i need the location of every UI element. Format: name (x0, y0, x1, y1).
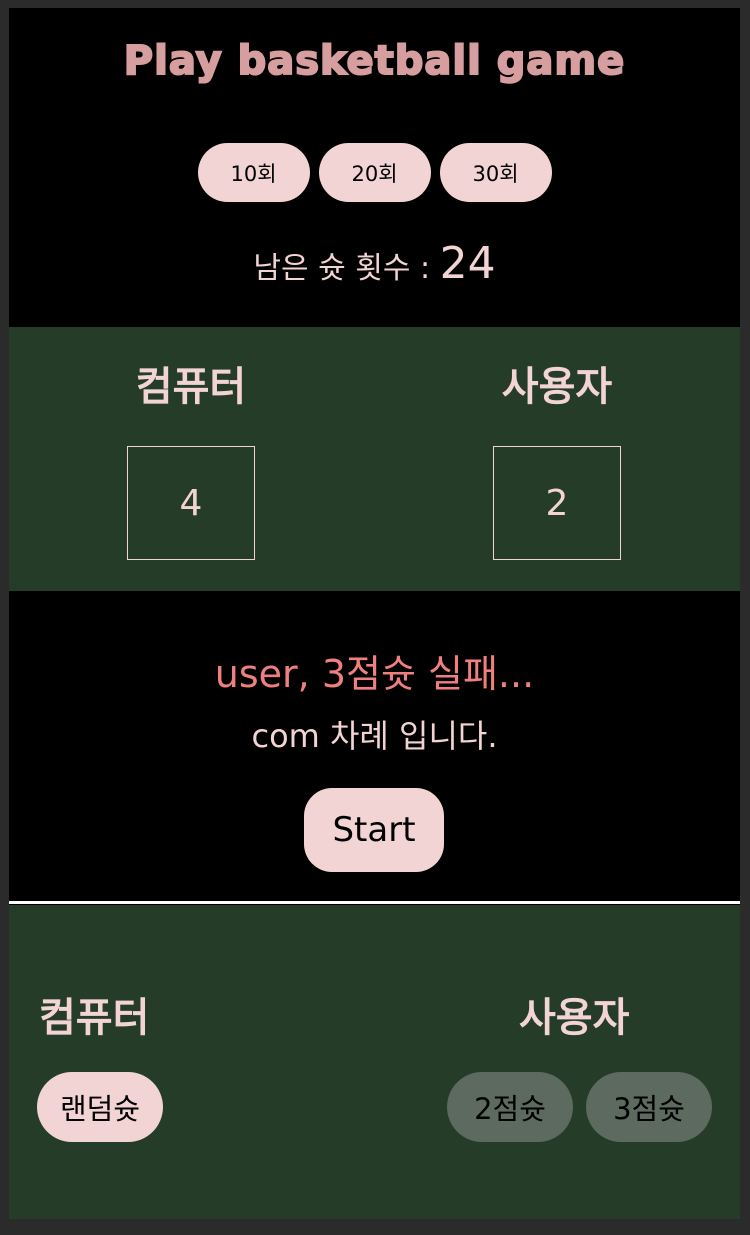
two-point-shot-button[interactable]: 2점슛 (447, 1072, 573, 1142)
user-name: 사용자 (501, 364, 613, 410)
user-score: 2 (493, 446, 621, 560)
round-10-button[interactable]: 10회 (197, 143, 310, 202)
turn-message: com 차례 입니다. (251, 717, 498, 755)
divider (9, 901, 740, 904)
game-frame: Play basketball game 10회 20회 30회 남은 슛 횟수… (9, 8, 740, 1219)
shots-left-label: 남은 슛 횟수 : (253, 251, 440, 286)
computer-score: 4 (127, 446, 255, 560)
controls: 컴퓨터 사용자 랜덤슛 2점슛 3점슛 (9, 905, 740, 1219)
header: Play basketball game 10회 20회 30회 남은 슛 횟수… (9, 8, 740, 327)
round-selector: 10회 20회 30회 (9, 143, 740, 202)
user-controls-title: 사용자 (519, 995, 630, 1041)
random-shot-button[interactable]: 랜덤슛 (37, 1072, 163, 1142)
round-20-button[interactable]: 20회 (318, 143, 431, 202)
computer-score-panel: 컴퓨터 4 (91, 327, 291, 560)
game-title: Play basketball game (123, 37, 626, 85)
shots-left-count: 24 (439, 238, 496, 289)
three-point-shot-button[interactable]: 3점슛 (586, 1072, 712, 1142)
message-area: user, 3점슛 실패... com 차례 입니다. Start (9, 591, 740, 901)
start-button[interactable]: Start (304, 788, 444, 872)
round-30-button[interactable]: 30회 (439, 143, 552, 202)
user-score-panel: 사용자 2 (457, 327, 657, 560)
result-message: user, 3점슛 실패... (214, 652, 535, 696)
shots-left: 남은 슛 횟수 : 24 (9, 238, 740, 289)
computer-name: 컴퓨터 (135, 364, 247, 410)
computer-controls-title: 컴퓨터 (39, 995, 150, 1041)
scoreboard: 컴퓨터 4 사용자 2 (9, 327, 740, 591)
